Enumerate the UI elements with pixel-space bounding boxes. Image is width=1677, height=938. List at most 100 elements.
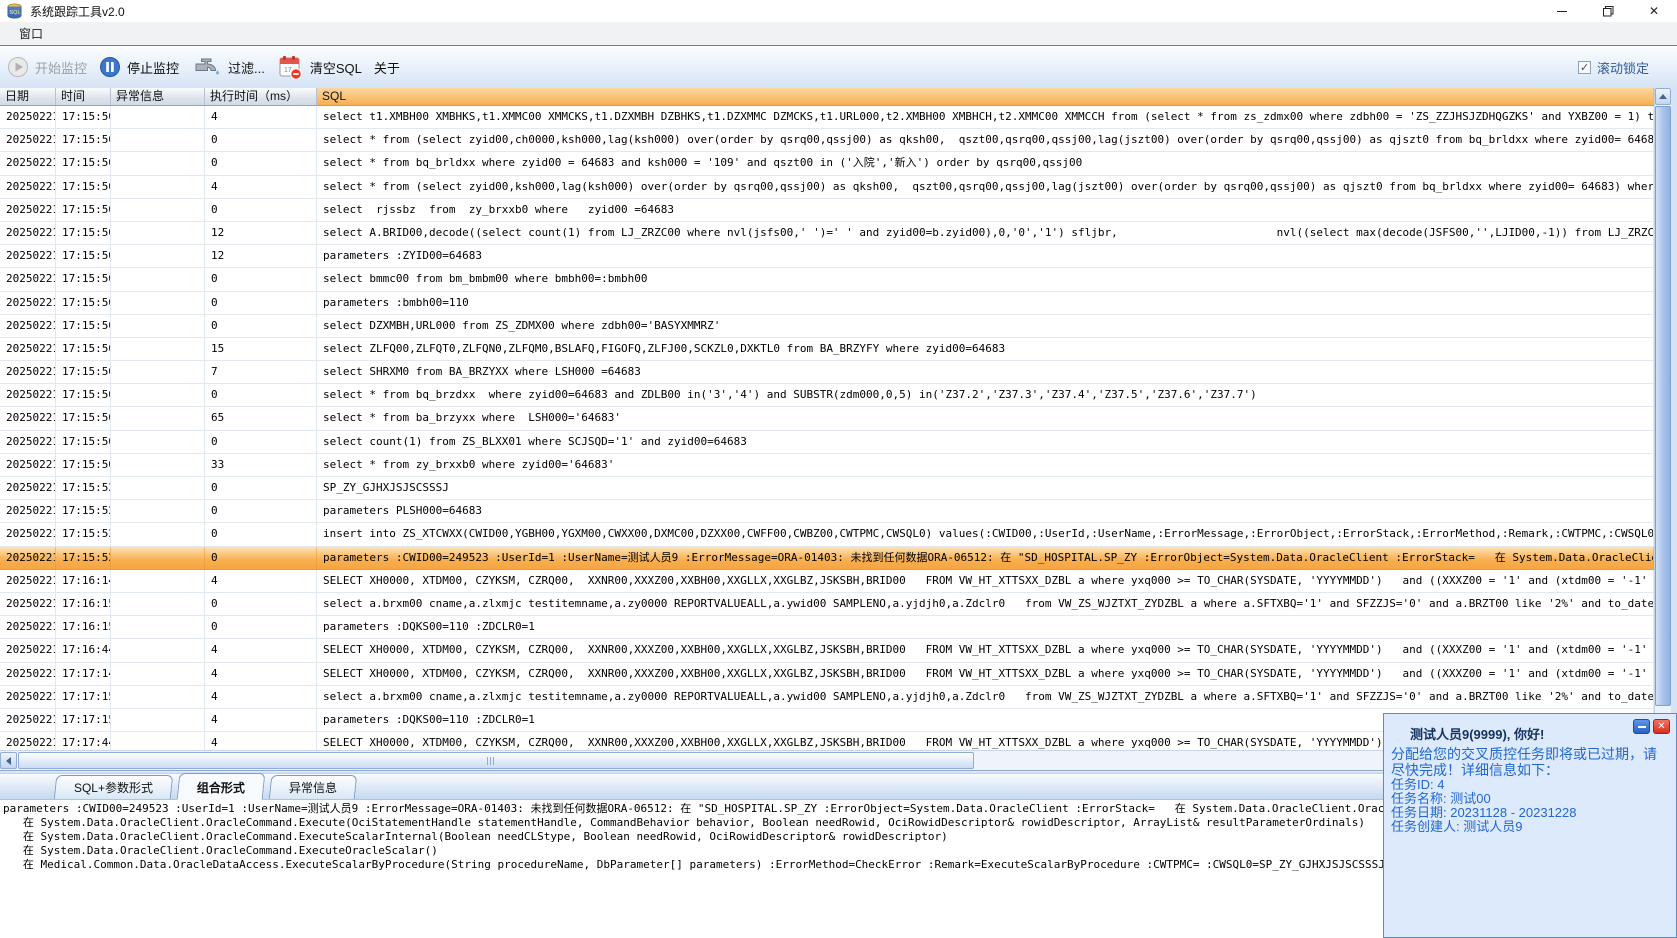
table-row[interactable]: 20250221 17:15:52 0 parameters PLSH000=6468… — [0, 500, 1654, 524]
popup-task-line: 任务创建人: 测试人员9 — [1391, 819, 1523, 834]
column-header-sql[interactable]: SQL — [317, 88, 1654, 105]
start-monitor-button[interactable]: 开始监控 — [7, 56, 87, 78]
cell-sql: select rjssbz from zy_brxxb0 where zyid0… — [317, 198, 1654, 221]
cell-date: 20250221 — [0, 407, 56, 430]
cell-date: 20250221 — [0, 592, 56, 616]
table-row[interactable]: 20250221 17:15:50 0 select rjssbz from zy_b… — [0, 198, 1654, 222]
cell-date: 20250221 — [0, 245, 56, 268]
about-button-label: 关于 — [373, 60, 400, 76]
tab-sql-params[interactable]: SQL+参数形式 — [53, 775, 174, 799]
scroll-lock-control: 滚动锁定 — [1577, 58, 1649, 77]
cell-ms: 0 — [205, 592, 317, 616]
table-row[interactable]: 20250221 17:17:15 4 select a.brxm00 cname,a… — [0, 685, 1654, 709]
cell-time: 17:15:50 — [56, 268, 111, 291]
minimize-button[interactable] — [1539, 0, 1585, 22]
table-row[interactable]: 20250221 17:15:50 0 select * from (select z… — [0, 129, 1654, 153]
table-row[interactable]: 20250221 17:15:50 12 parameters :ZYID00=646… — [0, 245, 1654, 269]
cell-ms: 4 — [205, 639, 317, 662]
table-row[interactable]: 20250221 17:15:50 4 select t1.XMBH00 XMBHKS… — [0, 106, 1654, 130]
arrow-up-icon — [1659, 94, 1667, 99]
table-row[interactable]: 20250221 17:15:52 0 insert into ZS_XTCWXX(C… — [0, 523, 1654, 547]
table-row-selected[interactable]: 20250221 17:15:52 0 parameters :CWID00=2495… — [0, 546, 1654, 570]
table-row[interactable]: 20250221 17:16:44 4 SELECT XH0000, XTDM00, … — [0, 639, 1654, 663]
cell-date: 20250221 — [0, 314, 56, 337]
cell-time: 17:15:50 — [56, 175, 111, 198]
tab-sql-params-label: SQL+参数形式 — [73, 781, 153, 795]
cell-date: 20250221 — [0, 662, 56, 685]
column-header-date[interactable]: 日期 — [0, 88, 56, 105]
cell-date: 20250221 — [0, 616, 56, 639]
popup-minimize-button[interactable] — [1633, 719, 1650, 734]
table-row[interactable]: 20250221 17:16:14 4 SELECT XH0000, XTDM00, … — [0, 569, 1654, 593]
table-row[interactable]: 20250221 17:16:15 0 select a.brxm00 cname,a… — [0, 592, 1654, 617]
cell-sql: SP_ZY_GJHXJSJSCSSSJ — [317, 477, 1654, 500]
table-row[interactable]: 20250221 17:15:50 15 select ZLFQ00,ZLFQT0,Z… — [0, 337, 1654, 362]
cell-date: 20250221 — [0, 361, 56, 384]
cell-error — [111, 221, 205, 245]
cell-error — [111, 592, 205, 616]
popup-greeting: 测试人员9(9999), 你好! — [1410, 727, 1545, 742]
table-row[interactable]: 20250221 17:15:50 0 parameters :bmbh00=110 — [0, 291, 1654, 315]
maximize-button[interactable] — [1585, 0, 1631, 22]
cell-ms: 33 — [205, 453, 317, 476]
column-header-error[interactable]: 异常信息 — [111, 88, 205, 105]
scroll-lock-checkbox[interactable] — [1577, 60, 1591, 74]
cell-error — [111, 407, 205, 430]
table-row[interactable]: 20250221 17:15:50 0 select DZXMBH,URL000 fr… — [0, 314, 1654, 338]
table-row[interactable]: 20250221 17:15:50 65 select * from ba_brzyx… — [0, 407, 1654, 431]
cell-sql: select * from zy_brxxb0 where zyid00='64… — [317, 453, 1654, 476]
close-button[interactable]: ✕ — [1631, 0, 1677, 22]
cell-date: 20250221 — [0, 106, 56, 129]
table-row[interactable]: 20250221 17:15:50 0 select bmmc00 from bm_b… — [0, 268, 1654, 292]
menu-window[interactable]: 窗口 — [13, 23, 49, 44]
table-row[interactable]: 20250221 17:15:50 0 select count(1) from ZS… — [0, 430, 1654, 454]
scroll-up-button[interactable] — [1655, 88, 1671, 105]
table-row[interactable]: 20250221 17:16:15 0 parameters :DQKS00=110 … — [0, 616, 1654, 640]
about-button[interactable]: 关于 — [374, 58, 400, 77]
filter-button-label: 过滤... — [228, 60, 265, 76]
table-row[interactable]: 20250221 17:15:50 12 select A.BRID00,decode… — [0, 221, 1654, 246]
table-row[interactable]: 20250221 17:15:50 7 select SHRXM0 from BA_B… — [0, 361, 1654, 385]
cell-date: 20250221 — [0, 708, 56, 732]
cell-error — [111, 291, 205, 314]
cell-sql: select ZLFQ00,ZLFQT0,ZLFQN0,ZLFQM0,BSLAF… — [317, 337, 1654, 361]
table-row[interactable]: 20250221 17:15:50 0 select * from bq_brzdxx… — [0, 384, 1654, 408]
scroll-left-button[interactable] — [0, 752, 17, 769]
table-row[interactable]: 20250221 17:15:50 33 select * from zy_brxxb… — [0, 453, 1654, 477]
cell-sql: select DZXMBH,URL000 from ZS_ZDMX00 wher… — [317, 314, 1654, 337]
table-row[interactable]: 20250221 17:15:52 0 SP_ZY_GJHXJSJSCSSSJ — [0, 477, 1654, 501]
app-icon: SQL — [6, 3, 24, 19]
cell-date: 20250221 — [0, 152, 56, 175]
cell-time: 17:15:50 — [56, 129, 111, 152]
column-header-time[interactable]: 时间 — [56, 88, 111, 105]
table-row[interactable]: 20250221 17:15:50 0 select * from bq_brldxx… — [0, 152, 1654, 176]
cell-error — [111, 616, 205, 639]
column-header-ms[interactable]: 执行时间（ms） — [205, 88, 317, 105]
stop-monitor-button[interactable]: 停止监控 — [99, 56, 179, 78]
popup-close-button[interactable]: ✕ — [1653, 719, 1670, 734]
cell-time: 17:15:50 — [56, 314, 111, 337]
cell-ms: 4 — [205, 569, 317, 592]
tab-combined[interactable]: 组合形式 — [176, 773, 266, 800]
cell-error — [111, 175, 205, 198]
cell-sql: parameters PLSH000=64683 — [317, 500, 1654, 523]
clear-sql-button[interactable]: 17 清空SQL — [277, 54, 362, 81]
cell-time: 17:16:15 — [56, 616, 111, 639]
cell-error — [111, 453, 205, 476]
tab-error-info[interactable]: 异常信息 — [268, 775, 358, 799]
cell-ms: 4 — [205, 732, 317, 750]
cell-error — [111, 523, 205, 546]
cell-ms: 0 — [205, 291, 317, 314]
horizontal-scroll-thumb[interactable] — [18, 752, 974, 769]
table-row[interactable]: 20250221 17:17:14 4 SELECT XH0000, XTDM00, … — [0, 662, 1654, 686]
cell-ms: 0 — [205, 152, 317, 175]
vertical-scroll-thumb[interactable] — [1655, 106, 1671, 706]
popup-task-line: 任务ID: 4 — [1391, 777, 1445, 792]
table-row[interactable]: 20250221 17:15:50 4 select * from (select z… — [0, 175, 1654, 199]
vertical-scrollbar[interactable] — [1654, 88, 1671, 750]
popup-message: 分配给您的交叉质控任务即将或已过期，请尽快完成！详细信息如下： — [1391, 746, 1657, 778]
filter-button[interactable]: 过滤... — [191, 54, 265, 81]
cell-sql: parameters :CWID00=249523 :UserId=1 :Use… — [317, 546, 1654, 569]
cell-time: 17:17:44 — [56, 732, 111, 750]
cell-sql: select * from bq_brldxx where zyid00 = 6… — [317, 152, 1654, 175]
